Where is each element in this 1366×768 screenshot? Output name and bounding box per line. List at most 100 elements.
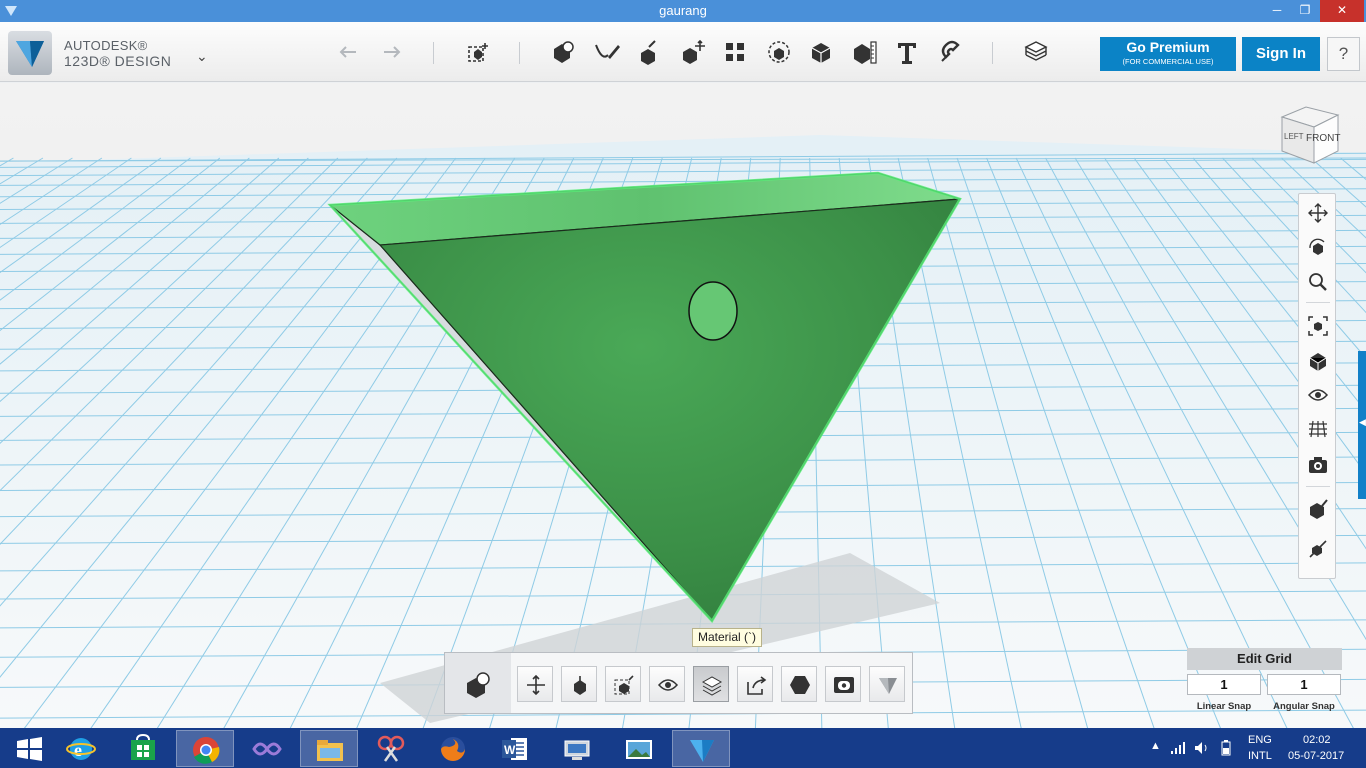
go-premium-label: Go Premium [1126, 39, 1210, 55]
zoom-icon[interactable] [1307, 271, 1329, 293]
nav-divider [1306, 302, 1330, 303]
linear-snap-label: Linear Snap [1196, 701, 1252, 712]
snipping-tool-icon [377, 735, 405, 762]
taskbar-store[interactable] [114, 730, 172, 767]
internet-explorer-icon: e [66, 738, 96, 760]
taskbar-internet-explorer[interactable]: e [52, 730, 110, 767]
maximize-button[interactable]: ❐ [1290, 0, 1320, 22]
start-button[interactable] [0, 730, 58, 767]
3d-viewport[interactable]: LEFT FRONT ◀ Material (`) Edit Grid 1 1 … [0, 83, 1366, 728]
battery-icon[interactable] [1218, 740, 1234, 756]
primitives-icon[interactable] [548, 37, 578, 67]
taskbar-visual-studio[interactable] [238, 730, 296, 767]
redo-icon[interactable] [376, 37, 406, 67]
title-bar: gaurang ─ ❐ ✕ [0, 0, 1366, 22]
volume-icon[interactable] [1194, 741, 1210, 755]
app-logo[interactable] [8, 31, 52, 75]
text-icon[interactable] [892, 37, 922, 67]
file-explorer-icon [317, 740, 343, 761]
viewcube-left-label: LEFT [1284, 132, 1304, 141]
solid-button[interactable] [781, 666, 817, 702]
camera-icon[interactable] [1307, 454, 1329, 476]
taskbar-chrome[interactable] [176, 730, 234, 767]
minimize-button[interactable]: ─ [1262, 0, 1292, 22]
orbit-icon[interactable] [1307, 237, 1329, 259]
linear-snap-input[interactable]: 1 [1187, 674, 1261, 695]
show-hidden-icons[interactable]: ▲ [1150, 740, 1161, 752]
network-icon[interactable] [1170, 741, 1186, 755]
scene-canvas[interactable] [0, 83, 1366, 728]
help-button[interactable]: ? [1327, 37, 1360, 71]
photos-icon [626, 740, 652, 759]
close-button[interactable]: ✕ [1320, 0, 1364, 22]
pan-icon[interactable] [1307, 202, 1329, 224]
smart-scale-icon [574, 676, 586, 695]
transform-icon[interactable] [463, 37, 493, 67]
logo-icon [879, 678, 897, 694]
language-line2[interactable]: INTL [1248, 750, 1272, 762]
export-button[interactable] [737, 666, 773, 702]
taskbar-remote-desktop[interactable] [548, 730, 606, 767]
views-icon[interactable] [1307, 350, 1329, 372]
screenshot-button[interactable] [825, 666, 861, 702]
remote-desktop-icon [564, 740, 590, 760]
clock-time[interactable]: 02:02 [1303, 734, 1331, 746]
123d-design-icon [690, 740, 714, 762]
selection-indicator [445, 653, 511, 713]
grid-icon[interactable] [1307, 418, 1329, 440]
angular-snap-label: Angular Snap [1273, 701, 1335, 712]
angular-snap-input[interactable]: 1 [1267, 674, 1341, 695]
pattern-icon[interactable] [720, 37, 750, 67]
snap-icon[interactable] [1307, 538, 1329, 560]
main-toolbar: AUTODESK® 123D® DESIGN ⌄ Go Premium (FOR… [0, 22, 1366, 82]
scale-icon [614, 675, 634, 695]
undo-icon[interactable] [334, 37, 364, 67]
modify-icon[interactable] [678, 37, 708, 67]
taskbar-file-explorer[interactable] [300, 730, 358, 767]
language-line1[interactable]: ENG [1248, 734, 1272, 746]
taskbar-123d-design[interactable] [672, 730, 730, 767]
go-premium-button[interactable]: Go Premium (FOR COMMERCIAL USE) [1100, 37, 1236, 71]
svg-text:W: W [504, 743, 516, 757]
move-button[interactable] [517, 666, 553, 702]
toolbar-divider [433, 42, 434, 64]
view-cube[interactable]: LEFT FRONT [1276, 105, 1342, 165]
taskbar-word[interactable]: W [486, 730, 544, 767]
taskbar-firefox[interactable] [424, 730, 482, 767]
hide-icon [657, 679, 679, 691]
side-panel-toggle[interactable]: ◀ [1358, 351, 1366, 499]
viewcube-front-label: FRONT [1306, 133, 1340, 144]
visibility-icon[interactable] [1307, 384, 1329, 406]
material-icon[interactable] [1021, 37, 1051, 67]
scale-button[interactable] [605, 666, 641, 702]
taskbar-photos[interactable] [610, 730, 668, 767]
sketch-icon[interactable] [592, 37, 622, 67]
screenshot-icon [834, 677, 854, 693]
model-hole[interactable] [688, 281, 738, 341]
snap-icon[interactable] [936, 37, 966, 67]
window-title: gaurang [659, 3, 707, 18]
windows-taskbar: e W ▲ ENG INTL 02:02 05-07-2017 [0, 728, 1366, 768]
clock-date[interactable]: 05-07-2017 [1288, 750, 1344, 762]
combine-icon[interactable] [806, 37, 836, 67]
material-icon[interactable] [1307, 498, 1329, 520]
chevron-left-icon: ◀ [1359, 417, 1366, 427]
taskbar-snipping-tool[interactable] [362, 730, 420, 767]
tooltip: Material (`) [692, 628, 763, 647]
bottom-context-toolbar [444, 652, 913, 714]
sign-in-button[interactable]: Sign In [1242, 37, 1320, 71]
logo-icon [16, 41, 44, 67]
store-icon [131, 734, 155, 760]
hide-button[interactable] [649, 666, 685, 702]
group-icon[interactable] [764, 37, 794, 67]
toolbar-divider [519, 42, 520, 64]
chevron-down-icon[interactable]: ⌄ [196, 48, 208, 65]
fit-icon[interactable] [1307, 315, 1329, 337]
measure-icon[interactable] [850, 37, 880, 67]
material-button[interactable] [693, 666, 729, 702]
edit-grid-button[interactable]: Edit Grid [1187, 648, 1342, 670]
construct-icon[interactable] [634, 37, 664, 67]
logo-button[interactable] [869, 666, 905, 702]
windows-start-icon [17, 737, 42, 761]
smart-scale-button[interactable] [561, 666, 597, 702]
